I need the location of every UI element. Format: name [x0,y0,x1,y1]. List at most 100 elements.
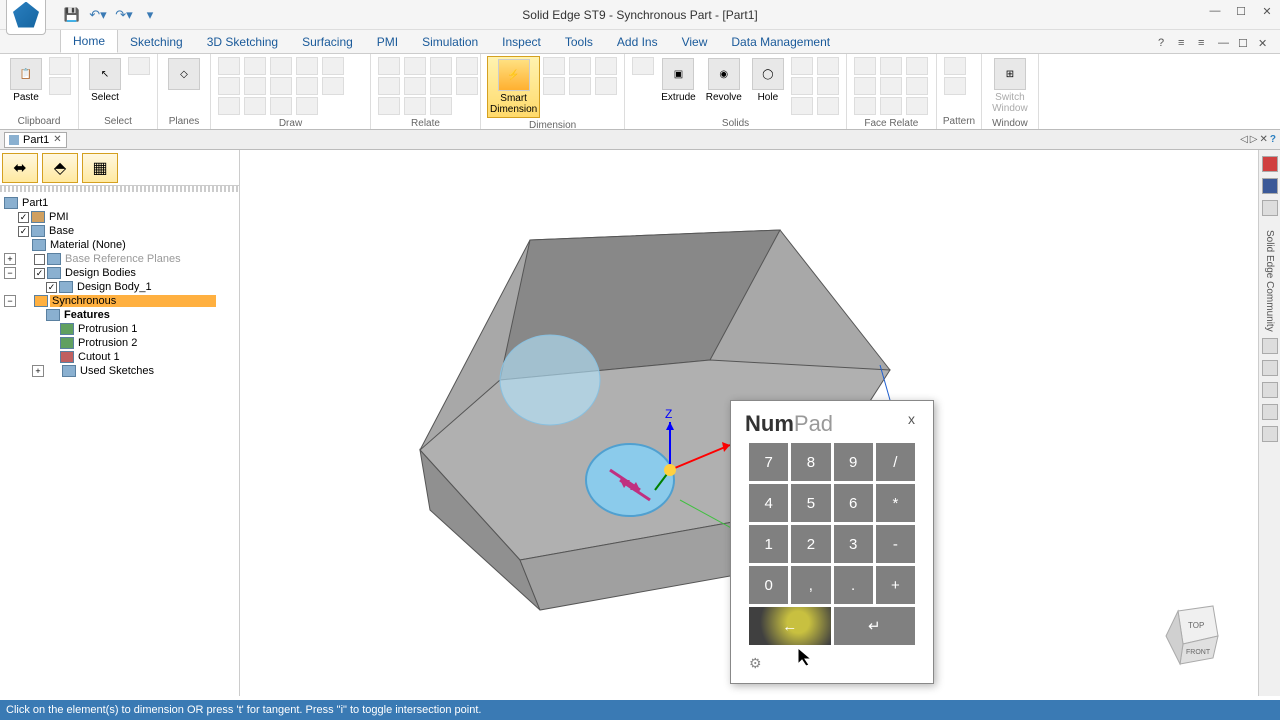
checkbox-icon[interactable]: ✓ [34,268,45,279]
fr8-button[interactable] [906,77,928,95]
tree-design-bodies[interactable]: −✓Design Bodies [4,266,235,280]
tree-cutout-1[interactable]: Cutout 1 [4,350,235,364]
numpad-subtract[interactable]: - [876,525,915,563]
tab-surfacing[interactable]: Surfacing [290,31,365,53]
dim1-button[interactable] [543,57,565,75]
offset-button[interactable] [296,57,318,75]
view-cube[interactable]: TOP FRONT [1158,596,1228,666]
panel-icon-6[interactable] [1262,426,1278,442]
cut-button[interactable] [49,57,71,75]
mirror-button[interactable] [296,97,318,115]
revolve-button[interactable]: ◉ Revolve [702,56,746,105]
paste-button[interactable]: 📋 Paste [6,56,46,105]
fr3-button[interactable] [854,97,876,115]
tab-nav-left-icon[interactable]: ◁ [1240,134,1248,145]
numpad-8[interactable]: 8 [791,443,830,481]
numpad-close-button[interactable]: x [908,411,919,437]
rel5-button[interactable] [404,77,426,95]
undo-icon[interactable]: ↶▾ [88,5,108,25]
dim5-button[interactable] [595,57,617,75]
numpad-6[interactable]: 6 [834,484,873,522]
dim2-button[interactable] [543,77,565,95]
tree-protrusion-1[interactable]: Protrusion 1 [4,322,235,336]
tree-pmi[interactable]: ✓PMI [4,210,235,224]
rel1-button[interactable] [378,57,400,75]
pat2-button[interactable] [944,77,966,95]
close-button[interactable]: ✕ [1254,0,1280,22]
numpad-5[interactable]: 5 [791,484,830,522]
tab-tools[interactable]: Tools [553,31,605,53]
numpad-7[interactable]: 7 [749,443,788,481]
draw-opt1-button[interactable] [322,57,344,75]
copy-button[interactable] [49,77,71,95]
tree-features[interactable]: Features [4,308,235,322]
numpad-add[interactable]: + [876,566,915,604]
panel-icon-5[interactable] [1262,404,1278,420]
rel9-button[interactable] [430,97,452,115]
tree-base-ref[interactable]: +Base Reference Planes [4,252,235,266]
save-icon[interactable]: 💾 [62,5,82,25]
switch-window-button[interactable]: ⊞ Switch Window [988,56,1032,116]
minimize-button[interactable]: — [1202,0,1228,22]
select-button[interactable]: ↖ Select [85,56,125,105]
youtube-icon[interactable] [1262,156,1278,172]
expand-icon[interactable]: + [32,365,44,377]
sol6-button[interactable] [817,97,839,115]
sol5-button[interactable] [817,77,839,95]
fr6-button[interactable] [880,97,902,115]
numpad-multiply[interactable]: * [876,484,915,522]
panel-tool-2[interactable]: ⬘ [42,153,78,183]
tree-base[interactable]: ✓Base [4,224,235,238]
point-button[interactable] [244,97,266,115]
fr9-button[interactable] [906,97,928,115]
extrude-button[interactable]: ▣ Extrude [657,56,699,105]
numpad-comma[interactable]: , [791,566,830,604]
numpad-0[interactable]: 0 [749,566,788,604]
tree-protrusion-2[interactable]: Protrusion 2 [4,336,235,350]
rel4-button[interactable] [404,57,426,75]
rel11-button[interactable] [456,77,478,95]
sol4-button[interactable] [817,57,839,75]
line-button[interactable] [218,57,240,75]
mdi-close-icon[interactable]: ✕ [1258,37,1274,53]
mdi-restore-icon[interactable]: ☐ [1238,37,1254,53]
fillet-button[interactable] [270,57,292,75]
pat1-button[interactable] [944,57,966,75]
rel10-button[interactable] [456,57,478,75]
tab-data-management[interactable]: Data Management [719,31,842,53]
numpad-1[interactable]: 1 [749,525,788,563]
panel-tool-1[interactable]: ⬌ [2,153,38,183]
tab-nav-right-icon[interactable]: ▷ [1250,134,1258,145]
tree-design-body-1[interactable]: ✓Design Body_1 [4,280,235,294]
numpad-dot[interactable]: . [834,566,873,604]
numpad-3[interactable]: 3 [834,525,873,563]
curve-button[interactable] [244,77,266,95]
arc-button[interactable] [244,57,266,75]
panel-icon-1[interactable] [1262,200,1278,216]
fr1-button[interactable] [854,57,876,75]
maximize-button[interactable]: ☐ [1228,0,1254,22]
draw-opt2-button[interactable] [322,77,344,95]
numpad-enter[interactable]: ↵ [834,607,916,645]
planes-button[interactable]: ◇ [164,56,204,94]
hole-button[interactable]: ◯ Hole [748,56,788,105]
facebook-icon[interactable] [1262,178,1278,194]
help-balloon-icon[interactable]: ? [1270,134,1276,145]
fr7-button[interactable] [906,57,928,75]
gear-icon[interactable]: ⚙ [749,655,762,671]
numpad-2[interactable]: 2 [791,525,830,563]
dim3-button[interactable] [569,57,591,75]
sol2-button[interactable] [791,77,813,95]
panel-tool-3[interactable]: ▦ [82,153,118,183]
fr5-button[interactable] [880,77,902,95]
dim4-button[interactable] [569,77,591,95]
checkbox-icon[interactable]: ✓ [18,226,29,237]
collapse-icon[interactable]: − [4,267,16,279]
tab-nav-close-icon[interactable]: ✕ [1260,134,1268,145]
collapse-icon[interactable]: − [4,295,16,307]
checkbox-icon[interactable]: ✓ [46,282,57,293]
ribbon-option-icon[interactable]: ≡ [1178,37,1194,53]
panel-icon-3[interactable] [1262,360,1278,376]
origin-icon[interactable] [664,464,676,476]
trim-button[interactable] [270,97,292,115]
